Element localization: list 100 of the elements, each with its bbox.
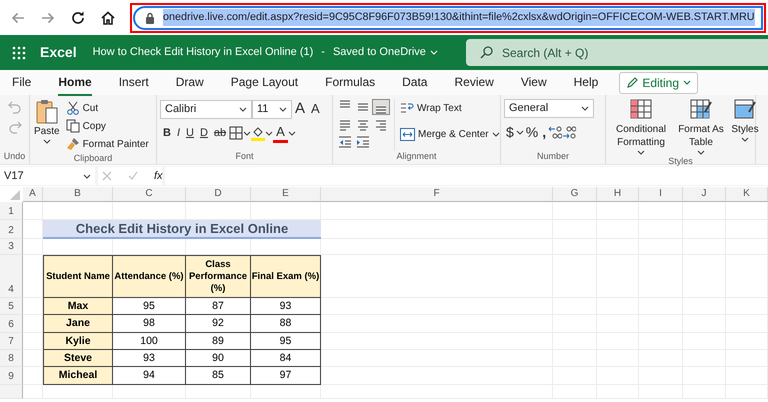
row-header[interactable]: 5: [0, 298, 23, 315]
grid-cell[interactable]: [321, 315, 553, 333]
strikethrough-button[interactable]: ab: [210, 123, 230, 143]
grid-cell[interactable]: [251, 202, 321, 220]
grid-cell[interactable]: [23, 350, 43, 367]
align-right-icon[interactable]: [374, 118, 388, 132]
row-header[interactable]: 3: [0, 239, 23, 255]
column-header[interactable]: D: [186, 187, 251, 202]
row-header[interactable]: 1: [0, 202, 23, 220]
decrease-decimal-icon[interactable]: [562, 125, 576, 139]
grid-cell[interactable]: [186, 202, 251, 220]
clipboard-action[interactable]: Cut: [64, 99, 150, 117]
comma-style-button[interactable]: ,: [540, 122, 548, 142]
grid-cell[interactable]: [597, 202, 639, 220]
grid-cell[interactable]: [23, 333, 43, 350]
currency-button[interactable]: $: [504, 122, 516, 142]
grid-cell[interactable]: [23, 315, 43, 333]
grid-cell[interactable]: [251, 239, 321, 255]
fill-color-icon[interactable]: [251, 125, 266, 141]
styles-gallery-button[interactable]: Styles: [729, 99, 761, 156]
home-icon[interactable]: [100, 10, 116, 26]
grid-cell[interactable]: [23, 385, 43, 399]
grid-cell[interactable]: [251, 385, 321, 399]
number-format-dropdown[interactable]: General: [504, 99, 594, 118]
grid-cell[interactable]: [321, 298, 553, 315]
menu-tab[interactable]: Formulas: [325, 70, 376, 96]
row-header[interactable]: 6: [0, 315, 23, 333]
column-header[interactable]: F: [321, 187, 553, 202]
increase-decimal-icon[interactable]: [548, 125, 562, 139]
menu-tab[interactable]: View: [520, 70, 547, 96]
grid-cell[interactable]: [553, 202, 597, 220]
grid-cell[interactable]: [186, 385, 251, 399]
editing-mode-button[interactable]: Editing: [619, 72, 698, 94]
styles-gallery-button[interactable]: Format As Table: [677, 99, 725, 156]
column-header[interactable]: B: [43, 187, 113, 202]
underline-button[interactable]: U: [183, 123, 197, 143]
grid-cell[interactable]: [639, 202, 683, 220]
name-box[interactable]: V17: [0, 167, 95, 185]
column-header[interactable]: E: [251, 187, 321, 202]
menu-tab[interactable]: Help: [574, 70, 598, 96]
italic-button[interactable]: I: [174, 123, 184, 143]
document-title[interactable]: How to Check Edit History in Excel Online (1): [92, 44, 314, 61]
column-header[interactable]: J: [683, 187, 726, 202]
bold-button[interactable]: B: [160, 123, 174, 143]
decrease-indent-icon[interactable]: [338, 135, 352, 150]
grid-cell[interactable]: [321, 202, 553, 220]
column-header[interactable]: C: [113, 187, 186, 202]
grid-cell[interactable]: [23, 220, 43, 239]
row-header[interactable]: 8: [0, 350, 23, 367]
double-underline-button[interactable]: D: [196, 123, 211, 143]
font-size-dropdown[interactable]: 11: [252, 100, 292, 118]
search-field[interactable]: Search (Alt + Q): [466, 39, 768, 66]
column-header[interactable]: K: [726, 187, 768, 202]
merge-center-button[interactable]: Merge & Center: [399, 125, 501, 143]
grow-font-button[interactable]: A: [292, 99, 308, 119]
column-header[interactable]: H: [597, 187, 639, 202]
row-header[interactable]: 2: [0, 220, 23, 239]
row-header[interactable]: 4: [0, 255, 23, 298]
menu-tab[interactable]: Page Layout: [230, 70, 298, 96]
menu-tab[interactable]: File: [12, 70, 32, 96]
grid-cell[interactable]: [43, 239, 113, 255]
address-bar[interactable]: onedrive.live.com/edit.aspx?resid=9C95C8F96F073B59!130&ithint=file%2cxlsx&wdOrigin=OFFICECOM-WEB.START.MRU: [133, 6, 763, 30]
font-name-dropdown[interactable]: Calibri: [160, 100, 252, 118]
grid-cell[interactable]: [43, 385, 113, 399]
align-center-icon[interactable]: [356, 118, 370, 132]
grid-cell[interactable]: [43, 202, 113, 220]
align-left-icon[interactable]: [338, 118, 352, 132]
menu-tab[interactable]: Review: [454, 70, 494, 96]
grid-cell[interactable]: [113, 239, 186, 255]
borders-icon[interactable]: [229, 126, 244, 140]
app-launcher-icon[interactable]: [12, 46, 26, 60]
menu-tab[interactable]: Data: [402, 70, 428, 96]
clipboard-action[interactable]: Format Painter: [64, 135, 150, 153]
grid-cell[interactable]: [23, 367, 43, 385]
grid-cell[interactable]: [321, 255, 553, 298]
grid-cell[interactable]: [113, 202, 186, 220]
percent-button[interactable]: %: [524, 122, 540, 142]
grid-cell[interactable]: [321, 385, 553, 399]
grid-cell[interactable]: [186, 239, 251, 255]
column-header[interactable]: I: [639, 187, 683, 202]
grid-cell[interactable]: [113, 385, 186, 399]
save-status[interactable]: Saved to OneDrive: [332, 44, 426, 61]
insert-function-button[interactable]: fx: [154, 168, 163, 184]
grid-cell[interactable]: [321, 239, 553, 255]
column-header[interactable]: G: [553, 187, 597, 202]
shrink-font-button[interactable]: A: [308, 99, 323, 119]
increase-indent-icon[interactable]: [356, 135, 370, 150]
wrap-text-button[interactable]: Wrap Text: [399, 99, 501, 117]
grid-cell[interactable]: [23, 255, 43, 298]
menu-tab[interactable]: Draw: [176, 70, 204, 96]
grid-cell[interactable]: [23, 239, 43, 255]
styles-gallery-button[interactable]: Conditional Formatting: [609, 99, 673, 156]
grid-cell[interactable]: [23, 202, 43, 220]
menu-tab[interactable]: Insert: [118, 70, 149, 96]
grid-cell[interactable]: [321, 367, 553, 385]
grid-cell[interactable]: [726, 202, 768, 220]
grid-cell[interactable]: [683, 202, 726, 220]
row-header[interactable]: 7: [0, 333, 23, 350]
grid-cell[interactable]: [321, 350, 553, 367]
reload-icon[interactable]: [70, 10, 86, 26]
